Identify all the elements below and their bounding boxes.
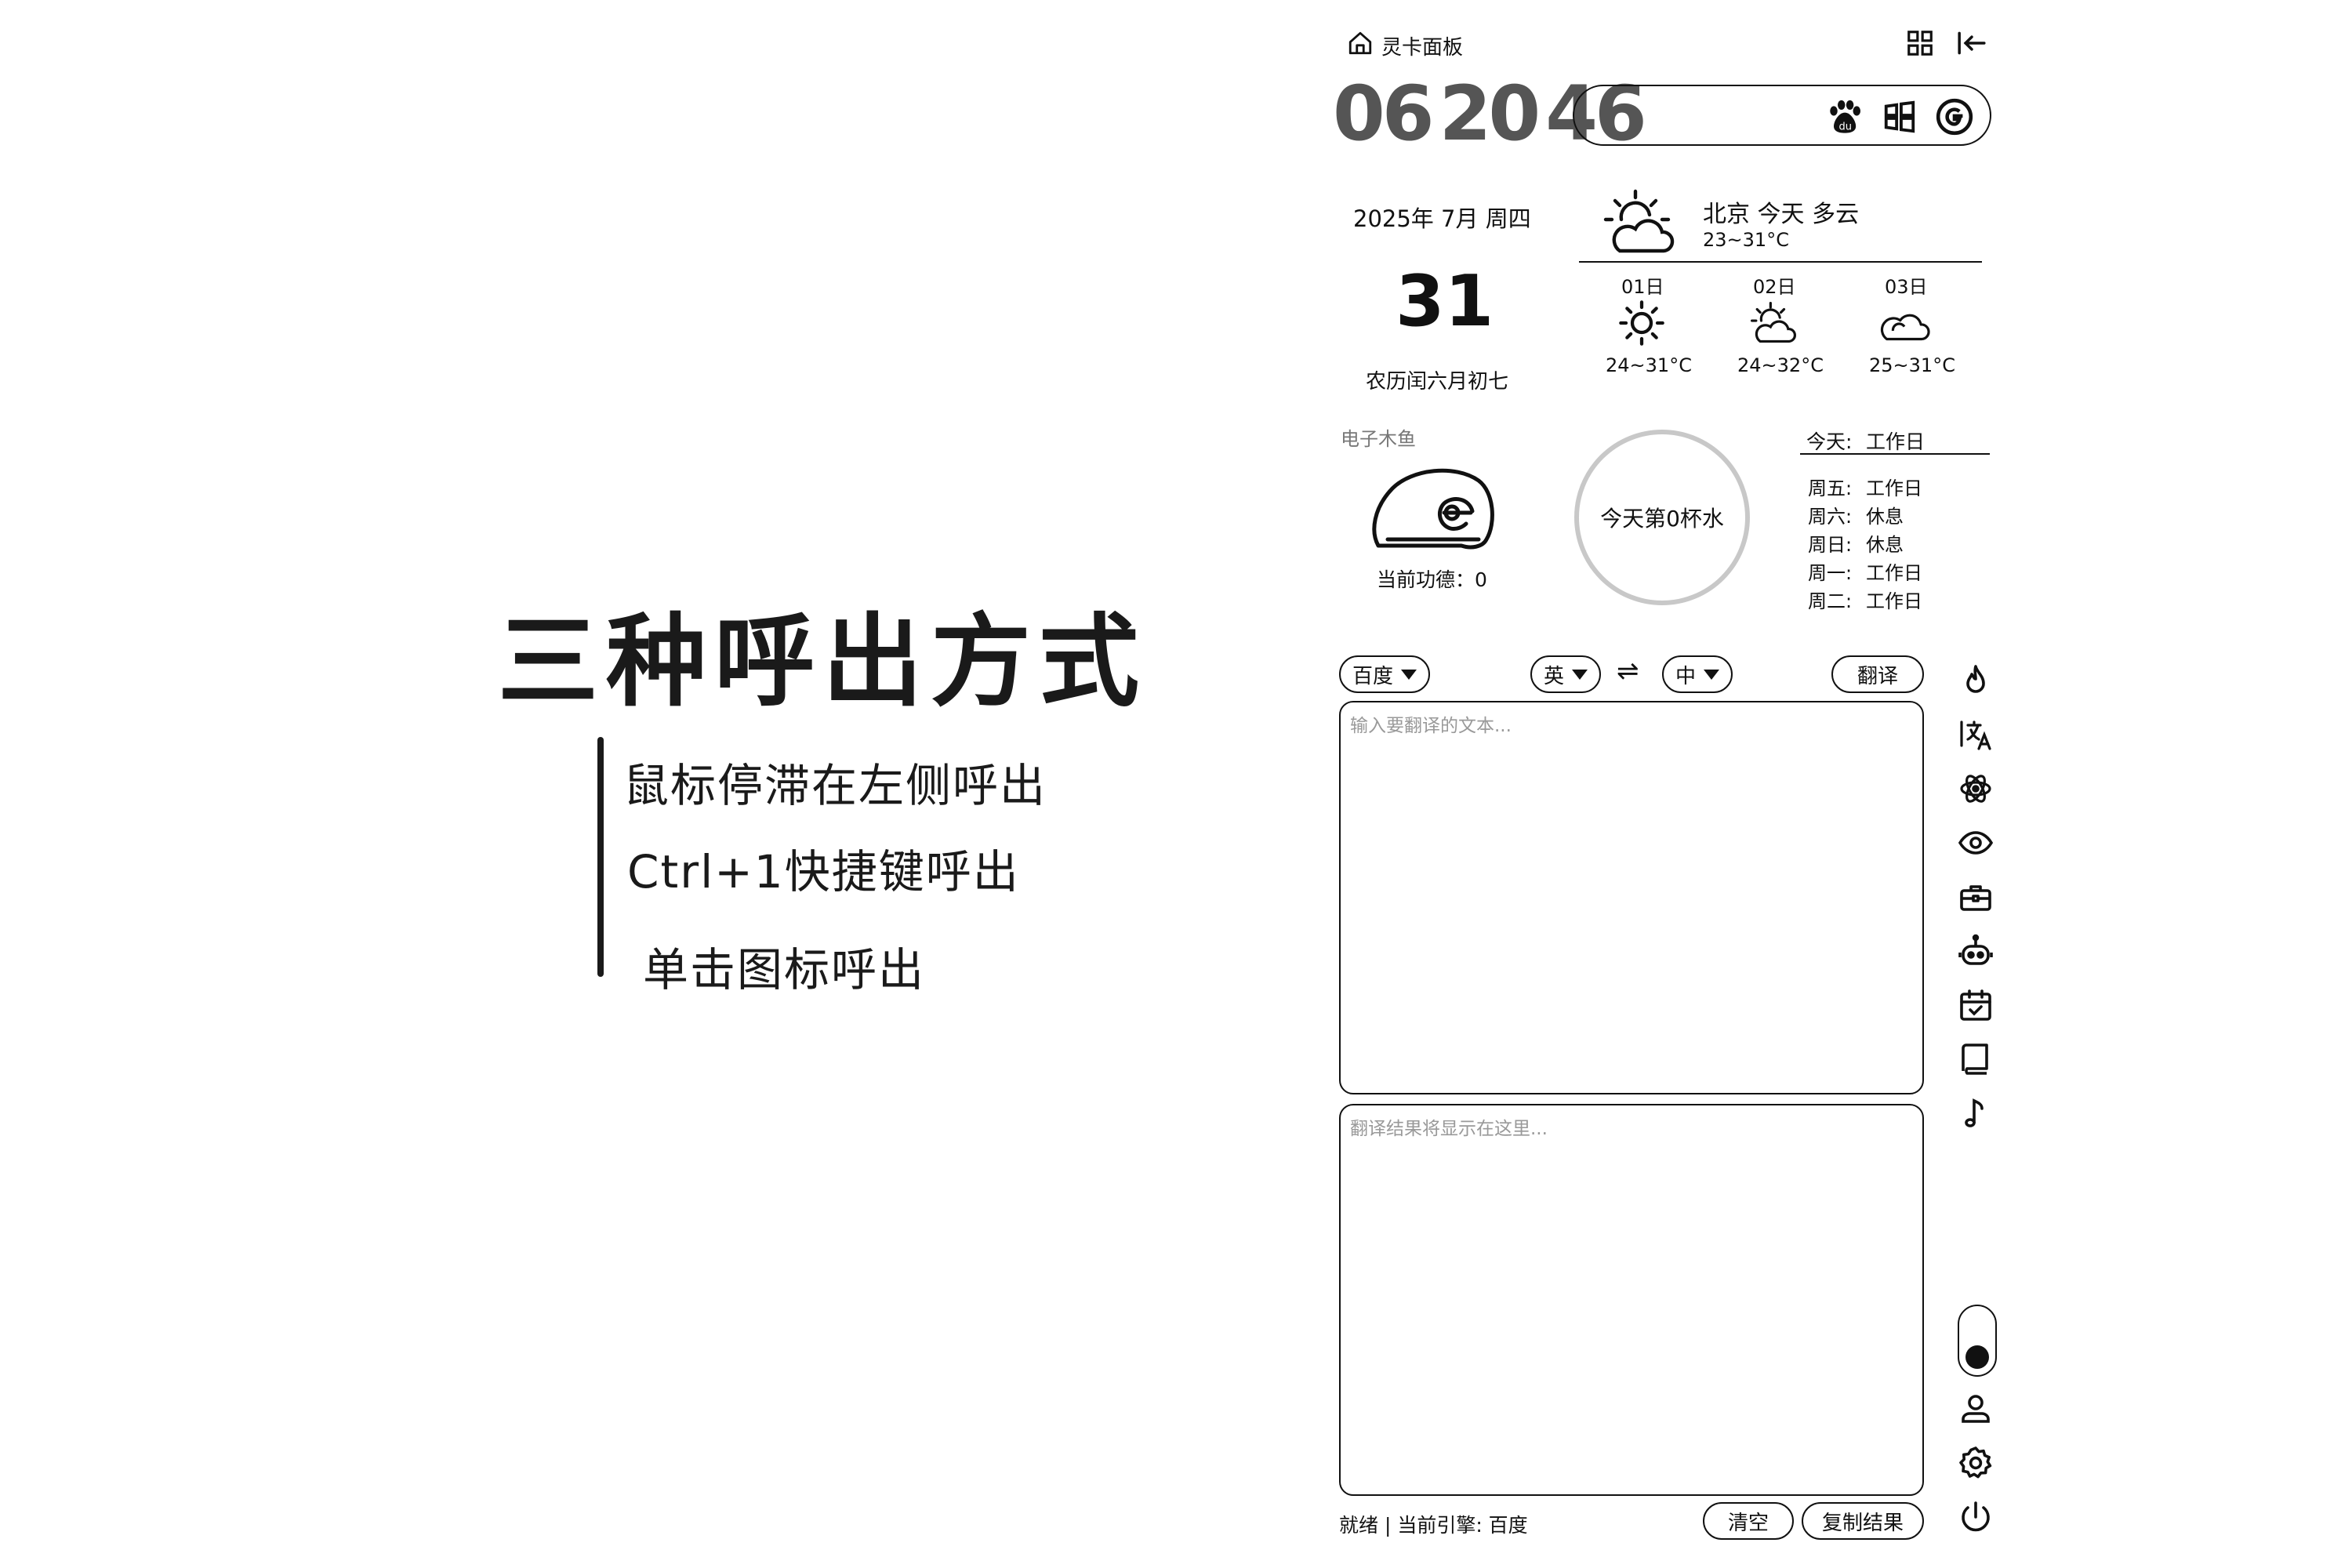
target-lang-select[interactable]: 中	[1662, 655, 1733, 693]
weather-today-range: 23~31°C	[1703, 229, 1789, 251]
translate-button[interactable]: 翻译	[1831, 655, 1924, 693]
toggle-knob	[1965, 1345, 1989, 1369]
grid-icon[interactable]	[1905, 28, 1935, 58]
swap-languages-button[interactable]: ⇌	[1617, 655, 1639, 687]
translate-output: 翻译结果将显示在这里...	[1339, 1104, 1924, 1496]
muyu-label: 电子木鱼	[1341, 428, 1416, 450]
music-note-icon[interactable]	[1957, 1094, 1994, 1132]
svg-text:du: du	[1839, 121, 1853, 132]
calendar-day: 31	[1396, 260, 1494, 343]
workday-item-status: 工作日	[1866, 477, 1922, 499]
workday-today-value: 工作日	[1866, 430, 1926, 453]
sun-icon	[1617, 298, 1667, 348]
promo-line-2: Ctrl+1快捷键呼出	[627, 845, 1020, 898]
calendar-date: 2025年 7月 周四	[1353, 205, 1531, 232]
cloud-icon	[1878, 301, 1930, 348]
calendar-check-icon[interactable]	[1957, 986, 1994, 1024]
toolbox-icon[interactable]	[1957, 878, 1994, 916]
weather-divider	[1579, 261, 1982, 263]
workday-today-label: 今天:	[1806, 430, 1853, 453]
target-lang-value: 中	[1675, 664, 1696, 688]
weather-city-today: 北京 今天 多云	[1703, 201, 1860, 228]
workday-item-status: 休息	[1866, 506, 1904, 528]
translate-input[interactable]: 输入要翻译的文本...	[1339, 701, 1924, 1094]
workday-item-day: 周日:	[1808, 534, 1853, 556]
clock: 06 20 46	[1333, 70, 1647, 158]
clock-hours: 06	[1333, 70, 1435, 158]
partly-cloudy-icon	[1599, 185, 1678, 263]
source-lang-select[interactable]: 英	[1530, 655, 1601, 693]
book-icon[interactable]	[1957, 1040, 1994, 1078]
forecast-range: 25~31°C	[1869, 354, 1955, 376]
clock-minutes: 20	[1439, 70, 1541, 158]
translate-icon[interactable]	[1957, 716, 1994, 753]
search-bar[interactable]: du	[1573, 85, 1991, 146]
workday-item-status: 工作日	[1866, 590, 1922, 612]
muyu-merit: 当前功德：0	[1377, 568, 1487, 591]
collapse-icon[interactable]	[1955, 28, 1988, 58]
user-icon[interactable]	[1957, 1390, 1994, 1428]
wooden-fish-icon[interactable]	[1369, 461, 1496, 555]
engine-select-value: 百度	[1352, 664, 1393, 688]
partly-cloudy-icon	[1747, 298, 1798, 350]
workday-item-status: 休息	[1866, 534, 1904, 556]
translate-status: 就绪 | 当前引擎: 百度	[1339, 1514, 1528, 1537]
water-text: 今天第0杯水	[1600, 506, 1724, 532]
chevron-down-icon	[1401, 669, 1417, 680]
workday-divider	[1800, 453, 1990, 455]
clear-button[interactable]: 清空	[1703, 1502, 1794, 1540]
calendar-lunar: 农历闰六月初七	[1366, 370, 1509, 394]
atom-icon[interactable]	[1957, 770, 1994, 808]
chevron-down-icon	[1704, 669, 1719, 680]
baidu-icon[interactable]: du	[1824, 96, 1864, 136]
workday-item-status: 工作日	[1866, 562, 1922, 584]
chevron-down-icon	[1572, 669, 1588, 680]
copy-result-button[interactable]: 复制结果	[1802, 1502, 1924, 1540]
promo-line-3: 单击图标呼出	[643, 943, 926, 996]
promo-line-1: 鼠标停滞在左侧呼出	[623, 759, 1047, 812]
robot-icon[interactable]	[1957, 932, 1994, 970]
promo-divider	[597, 737, 604, 977]
power-icon[interactable]	[1957, 1498, 1994, 1536]
forecast-day: 02日	[1753, 276, 1796, 298]
search-input[interactable]	[1593, 96, 1831, 136]
forecast-range: 24~31°C	[1606, 354, 1692, 376]
windows-icon[interactable]	[1882, 99, 1918, 135]
workday-item-day: 周五:	[1808, 477, 1853, 499]
theme-toggle[interactable]	[1958, 1305, 1997, 1377]
engine-select[interactable]: 百度	[1339, 655, 1430, 693]
forecast-day: 03日	[1885, 276, 1928, 298]
eye-icon[interactable]	[1957, 824, 1994, 862]
workday-item-day: 周二:	[1808, 590, 1853, 612]
workday-item-day: 周一:	[1808, 562, 1853, 584]
water-tracker[interactable]: 今天第0杯水	[1574, 430, 1750, 605]
forecast-range: 24~32°C	[1737, 354, 1824, 376]
translate-output-placeholder: 翻译结果将显示在这里...	[1350, 1119, 1548, 1139]
flame-icon[interactable]	[1957, 662, 1994, 699]
workday-item-day: 周六:	[1808, 506, 1853, 528]
home-icon[interactable]	[1347, 30, 1374, 56]
translate-input-placeholder: 输入要翻译的文本...	[1350, 716, 1512, 736]
promo-title: 三种呼出方式	[498, 604, 1148, 720]
app-title: 灵卡面板	[1381, 36, 1464, 60]
source-lang-value: 英	[1543, 664, 1564, 688]
settings-icon[interactable]	[1957, 1444, 1994, 1482]
google-icon[interactable]	[1935, 97, 1974, 136]
forecast-day: 01日	[1621, 276, 1664, 298]
